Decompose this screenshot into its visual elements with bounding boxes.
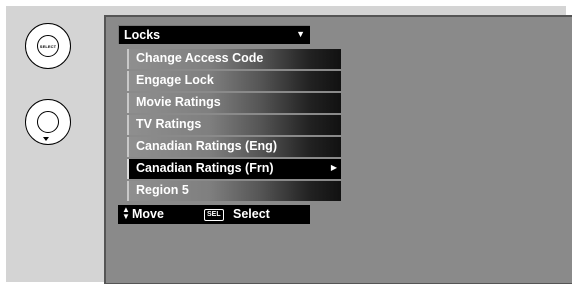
menu-item-change-access-code[interactable]: Change Access Code	[127, 49, 341, 69]
remote-navigation-button[interactable]	[25, 99, 71, 145]
up-down-arrows-icon: ▲ ▼	[122, 205, 130, 221]
menu-title-bar[interactable]: Locks ▼	[118, 25, 310, 44]
menu-item-label: Movie Ratings	[136, 95, 221, 109]
button-hint-bar: ▲ ▼ Move SEL Select	[118, 205, 310, 224]
triangle-right-icon: ▶	[330, 163, 337, 172]
menu-item-movie-ratings[interactable]: Movie Ratings	[127, 93, 341, 113]
menu-item-label: Canadian Ratings (Eng)	[136, 139, 277, 153]
menu-title: Locks	[124, 28, 161, 42]
menu-item-region-5[interactable]: Region 5	[127, 181, 341, 201]
triangle-down-icon: ▼	[296, 29, 305, 39]
menu-item-label: Engage Lock	[136, 73, 214, 87]
menu-item-engage-lock[interactable]: Engage Lock	[127, 71, 341, 91]
sel-key-icon: SEL	[204, 209, 224, 221]
menu-item-label: Canadian Ratings (Frn)	[136, 161, 274, 175]
select-button-text: SELECT	[39, 43, 57, 49]
menu-item-canadian-ratings-frn[interactable]: Canadian Ratings (Frn) ▶	[127, 159, 341, 179]
navigation-button-center	[37, 111, 59, 133]
menu-item-label: Region 5	[136, 183, 189, 197]
remote-select-button[interactable]: SELECT	[25, 23, 71, 69]
down-arrow-icon	[43, 137, 49, 141]
select-button-face: SELECT	[37, 35, 59, 57]
menu-item-canadian-ratings-eng[interactable]: Canadian Ratings (Eng)	[127, 137, 341, 157]
menu-item-tv-ratings[interactable]: TV Ratings	[127, 115, 341, 135]
move-hint-label: Move	[132, 207, 164, 221]
select-hint-label: Select	[233, 207, 270, 221]
menu-item-label: TV Ratings	[136, 117, 202, 131]
menu-item-label: Change Access Code	[136, 51, 264, 65]
